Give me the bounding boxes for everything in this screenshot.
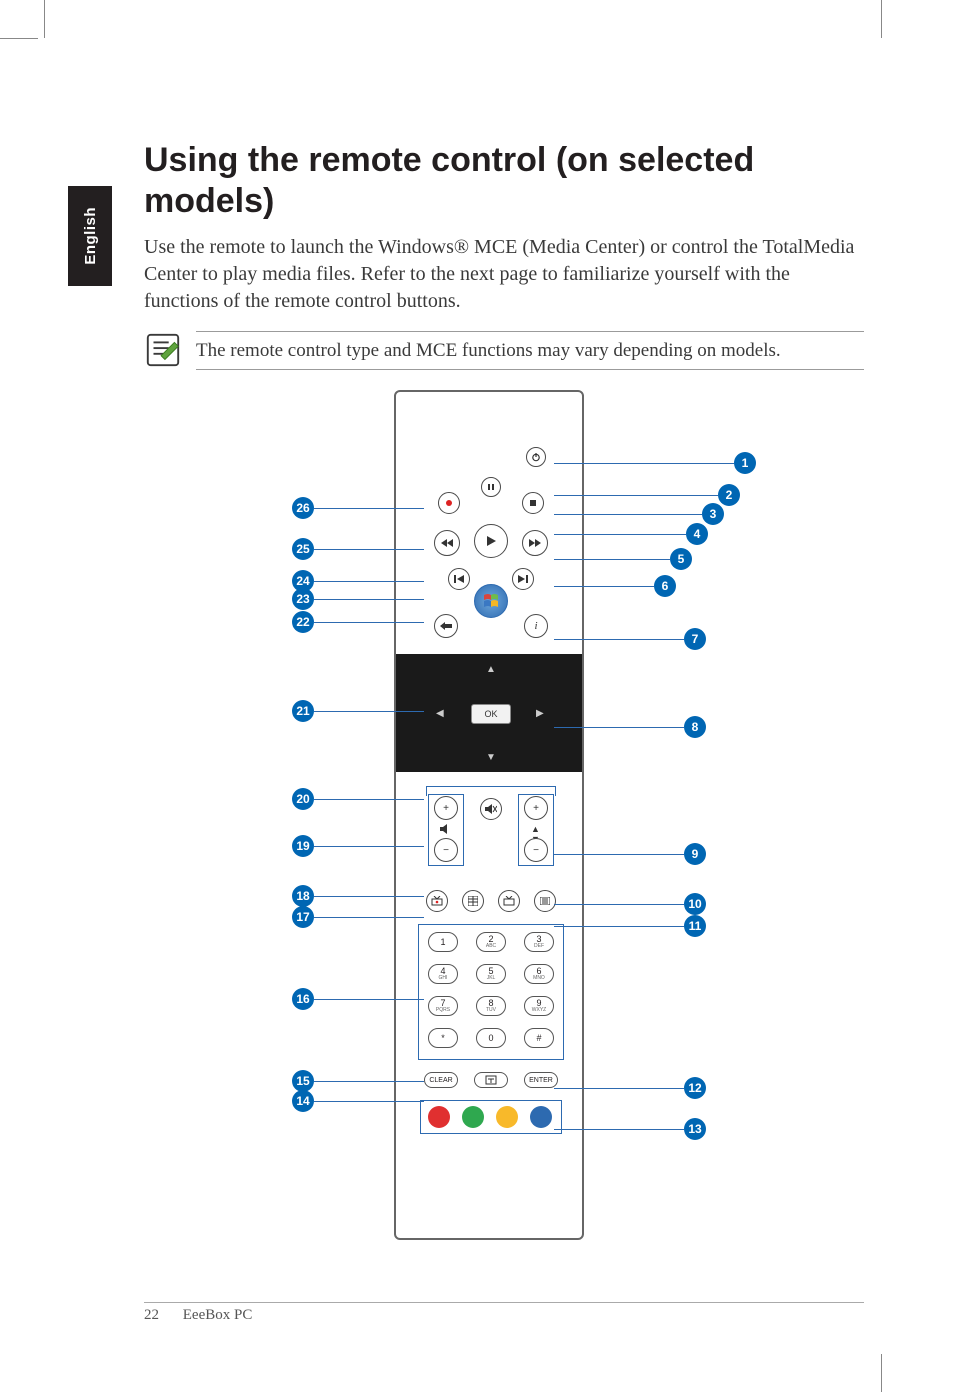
power-button: [526, 447, 546, 467]
callout-15: 15: [292, 1070, 424, 1092]
recorded-tv-button: [426, 890, 448, 912]
group-mute-box: [426, 786, 556, 796]
keypad-7: 7PQRS: [428, 996, 458, 1016]
callout-13: 13: [554, 1118, 706, 1140]
keypad-3: 3DEF: [524, 932, 554, 952]
clear-button: CLEAR: [424, 1072, 458, 1088]
pause-button: [481, 477, 501, 497]
note-box: The remote control type and MCE function…: [144, 331, 864, 371]
windows-mce-button: [474, 584, 508, 618]
dpad-up-icon: ▲: [486, 664, 496, 675]
callout-4: 4: [554, 523, 708, 545]
callout-8: 8: [554, 716, 706, 738]
skip-forward-button: [512, 568, 534, 590]
callout-19: 19: [292, 835, 424, 857]
keypad-5: 5JKL: [476, 964, 506, 984]
callout-1: 1: [554, 452, 756, 474]
volume-icon: [440, 824, 452, 834]
volume-down-button: −: [434, 838, 458, 862]
footer-doc-title: EeeBox PC: [183, 1307, 253, 1323]
intro-paragraph: Use the remote to launch the Windows® MC…: [144, 234, 864, 315]
fast-forward-button: [522, 530, 548, 556]
keypad-#: #: [524, 1028, 554, 1048]
dpad-left-icon: ◀: [436, 708, 444, 719]
callout-3: 3: [554, 503, 724, 525]
volume-up-button: +: [434, 796, 458, 820]
callout-26: 26: [292, 497, 424, 519]
callout-10: 10: [554, 893, 706, 915]
channel-down-button: −: [524, 838, 548, 862]
callout-9: 9: [554, 843, 706, 865]
callout-23: 23: [292, 588, 424, 610]
keypad-8: 8TUV: [476, 996, 506, 1016]
callout-7: 7: [554, 628, 706, 650]
dpad-right-icon: ▶: [536, 708, 544, 719]
channel-up-button: +: [524, 796, 548, 820]
color-button-3: [530, 1106, 552, 1128]
mute-button: [480, 798, 502, 820]
callout-12: 12: [554, 1077, 706, 1099]
note-icon: [144, 331, 182, 369]
callout-5: 5: [554, 548, 692, 570]
callout-18: 18: [292, 885, 424, 907]
keypad-1: 1: [428, 932, 458, 952]
keypad-6: 6MNO: [524, 964, 554, 984]
color-button-0: [428, 1106, 450, 1128]
page-number: 22: [144, 1307, 159, 1323]
teletext-button: [474, 1072, 508, 1088]
language-tab-label: English: [82, 207, 99, 265]
callout-20: 20: [292, 788, 424, 810]
note-text-wrap: The remote control type and MCE function…: [196, 331, 864, 371]
remote-diagram: i ▲ ▼ ◀ ▶ OK + − + ▲▼ −: [224, 390, 784, 1240]
enter-button: ENTER: [524, 1072, 558, 1088]
dpad-down-icon: ▼: [486, 752, 496, 763]
callout-25: 25: [292, 538, 424, 560]
stop-button: [522, 492, 544, 514]
callout-6: 6: [554, 575, 676, 597]
page-footer: 22 EeeBox PC: [144, 1302, 864, 1324]
page-content: Using the remote control (on selected mo…: [144, 140, 864, 1240]
callout-17: 17: [292, 906, 424, 928]
color-button-2: [496, 1106, 518, 1128]
skip-back-button: [448, 568, 470, 590]
record-button: [438, 492, 460, 514]
keypad-4: 4GHI: [428, 964, 458, 984]
keypad-0: 0: [476, 1028, 506, 1048]
note-text: The remote control type and MCE function…: [196, 338, 864, 364]
callout-16: 16: [292, 988, 424, 1010]
callout-14: 14: [292, 1090, 424, 1112]
keypad-9: 9WXYZ: [524, 996, 554, 1016]
callout-11: 11: [554, 915, 706, 937]
back-button: [434, 614, 458, 638]
guide-button: [462, 890, 484, 912]
page-title: Using the remote control (on selected mo…: [144, 140, 864, 222]
rewind-button: [434, 530, 460, 556]
dvd-menu-button: [534, 890, 556, 912]
keypad-*: *: [428, 1028, 458, 1048]
ok-button: OK: [471, 704, 511, 724]
callout-21: 21: [292, 700, 424, 722]
language-tab: English: [68, 186, 112, 286]
info-button: i: [524, 614, 548, 638]
play-button: [474, 524, 508, 558]
live-tv-button: [498, 890, 520, 912]
color-button-1: [462, 1106, 484, 1128]
keypad-2: 2ABC: [476, 932, 506, 952]
callout-22: 22: [292, 611, 424, 633]
